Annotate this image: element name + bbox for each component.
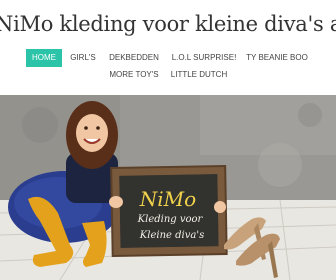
chalkboard-line-2: Kleine diva's: [139, 230, 204, 241]
nav-item-home[interactable]: HOME: [26, 49, 62, 67]
nav-item-lol-surprise[interactable]: L.O.L SURPRISE!: [168, 49, 240, 67]
nav-item-little-dutch[interactable]: LITTLE DUTCH: [168, 66, 230, 84]
site-title-text: NiMo kleding voor kleine diva's and more: [0, 12, 336, 36]
chalkboard-brand: NiMo: [139, 187, 196, 211]
nav-item-girls[interactable]: GIRL'S: [66, 49, 100, 67]
nav-item-more-toys[interactable]: MORE TOY'S: [106, 66, 162, 84]
site-title[interactable]: NiMo kleding voor kleine diva's and more: [0, 12, 336, 36]
nav-item-dekbedden[interactable]: DEKBEDDEN: [106, 49, 162, 67]
girl-face: [76, 114, 108, 152]
hero-image: NiMo Kleding voor Kleine diva's: [0, 95, 336, 280]
main-nav: HOME GIRL'S DEKBEDDEN L.O.L SURPRISE! TY…: [0, 48, 336, 84]
nav-item-ty-beanie-boo[interactable]: TY BEANIE BOO: [244, 49, 310, 67]
chalkboard-line-1: Kleding voor: [137, 214, 204, 225]
